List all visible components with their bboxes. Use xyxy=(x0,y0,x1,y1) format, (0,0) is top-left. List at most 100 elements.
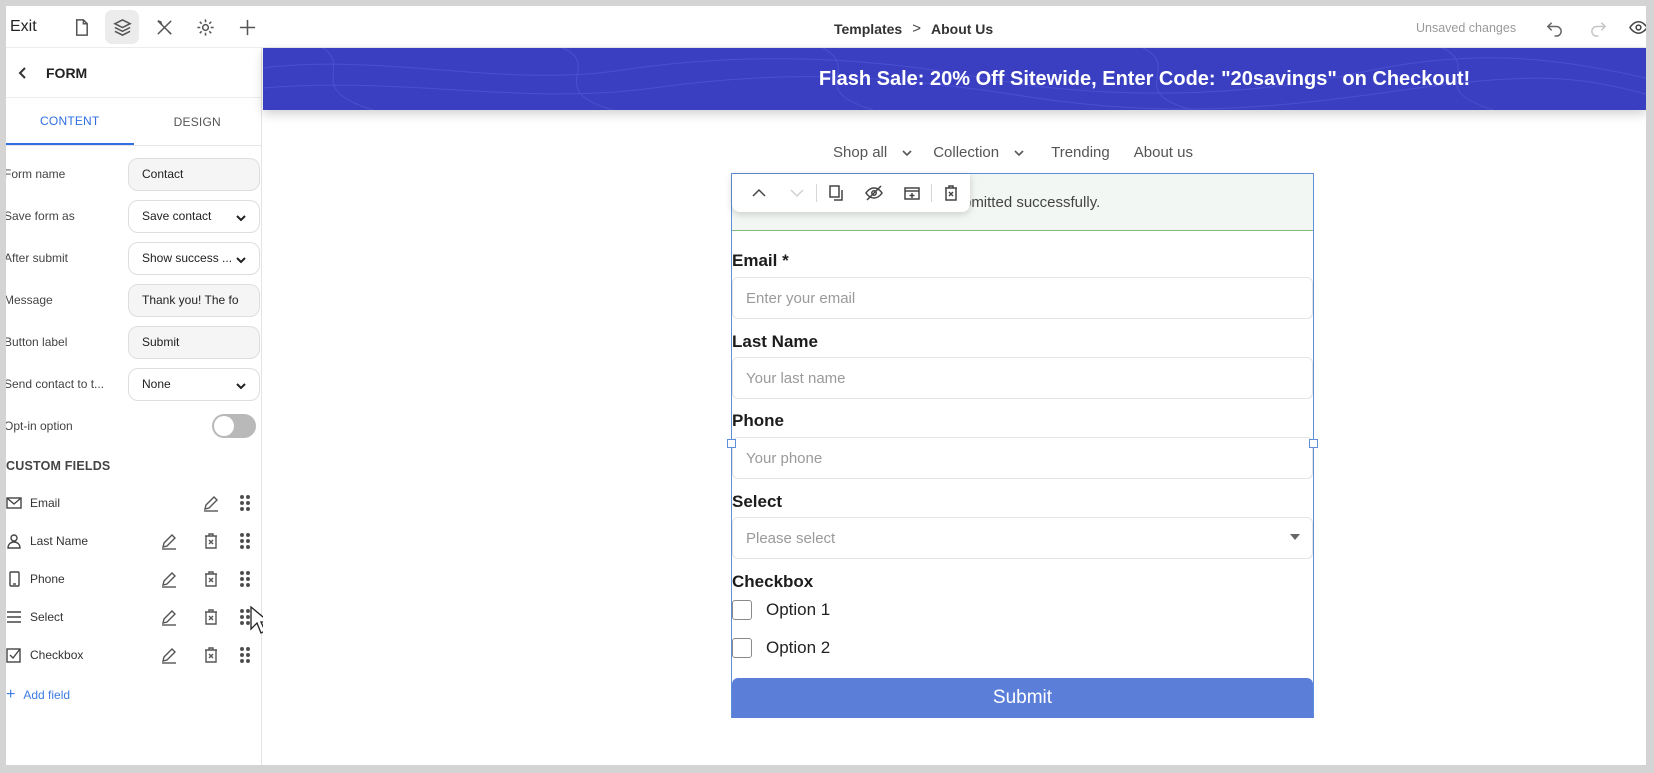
send-contact-label: Send contact to t... xyxy=(6,377,105,391)
button-label-row: Button label Submit xyxy=(6,320,262,364)
person-icon xyxy=(6,533,22,549)
page-canvas: Flash Sale: 20% Off Sitewide, Enter Code… xyxy=(263,48,1646,765)
checkbox-group-label: Checkbox xyxy=(732,572,814,591)
edit-pencil-icon[interactable] xyxy=(202,494,220,512)
custom-field-label: Email xyxy=(30,496,61,510)
after-submit-value: Show success ... xyxy=(142,251,233,265)
checkbox-option-2[interactable]: Option 2 xyxy=(732,638,830,658)
button-label-input[interactable]: Submit xyxy=(128,325,260,359)
mail-icon xyxy=(6,495,22,511)
last-name-field[interactable]: Your last name xyxy=(732,357,1313,399)
delete-field-icon[interactable] xyxy=(202,570,220,588)
optin-label: Opt-in option xyxy=(6,419,73,433)
tools-icon[interactable] xyxy=(147,10,181,44)
form-name-row: Form name Contact xyxy=(6,152,262,196)
checkbox-icon xyxy=(6,647,22,663)
sidebar-header: FORM xyxy=(6,48,261,98)
back-chevron-icon[interactable] xyxy=(16,66,30,80)
add-field-button[interactable]: + Add field xyxy=(6,686,71,703)
after-submit-select[interactable]: Show success ... xyxy=(128,241,260,275)
layers-icon[interactable] xyxy=(105,10,139,44)
checkbox-option-1[interactable]: Option 1 xyxy=(732,600,830,620)
edit-pencil-icon[interactable] xyxy=(160,608,178,626)
drag-handle-icon[interactable] xyxy=(236,494,254,512)
sidebar-tabs: CONTENT DESIGN xyxy=(6,98,261,146)
phone-field[interactable]: Your phone xyxy=(732,437,1313,479)
nav-about-us[interactable]: About us xyxy=(1134,144,1193,161)
delete-field-icon[interactable] xyxy=(202,608,220,626)
preview-eye-icon[interactable] xyxy=(1626,16,1646,38)
plus-icon: + xyxy=(6,686,16,703)
redo-icon[interactable] xyxy=(1586,16,1610,38)
nav-collection[interactable]: Collection xyxy=(933,144,1025,161)
save-form-as-value: Save contact xyxy=(142,209,212,223)
delete-field-icon[interactable] xyxy=(202,532,220,550)
edit-pencil-icon[interactable] xyxy=(160,532,178,550)
tab-design[interactable]: DESIGN xyxy=(134,98,262,145)
save-form-as-label: Save form as xyxy=(6,209,75,223)
chevron-down-icon xyxy=(235,212,247,224)
delete-icon[interactable] xyxy=(932,178,970,208)
edit-pencil-icon[interactable] xyxy=(160,646,178,664)
undo-icon[interactable] xyxy=(1542,16,1566,38)
contact-form[interactable]: Thank you! The form was submitted succes… xyxy=(727,173,1318,718)
checkbox-option-label: Option 2 xyxy=(766,638,831,657)
exit-button[interactable]: Exit xyxy=(10,18,37,36)
toggle-knob xyxy=(214,416,234,436)
caret-down-icon xyxy=(1290,534,1300,540)
breadcrumb-templates[interactable]: Templates xyxy=(834,21,902,37)
custom-field-label: Checkbox xyxy=(30,648,84,662)
submit-button[interactable]: Submit xyxy=(732,678,1313,718)
drag-handle-icon[interactable] xyxy=(236,532,254,550)
edit-pencil-icon[interactable] xyxy=(160,570,178,588)
drag-handle-icon[interactable] xyxy=(236,646,254,664)
tab-content[interactable]: CONTENT xyxy=(6,98,134,145)
after-submit-row: After submit Show success ... xyxy=(6,236,262,280)
custom-field-label: Select xyxy=(30,610,64,624)
after-submit-label: After submit xyxy=(6,251,69,265)
move-down-icon[interactable] xyxy=(778,178,816,208)
settings-icon[interactable] xyxy=(188,10,222,44)
chevron-down-icon xyxy=(1014,149,1024,156)
select-dropdown[interactable]: Please select xyxy=(732,517,1313,559)
chevron-down-icon xyxy=(235,254,247,266)
announcement-banner[interactable]: Flash Sale: 20% Off Sitewide, Enter Code… xyxy=(263,48,1646,110)
save-form-as-select[interactable]: Save contact xyxy=(128,199,260,233)
hide-icon[interactable] xyxy=(855,178,893,208)
message-input[interactable]: Thank you! The fo xyxy=(128,283,260,317)
form-name-label: Form name xyxy=(6,167,66,181)
phone-label: Phone xyxy=(732,411,784,430)
phone-icon xyxy=(6,571,22,587)
settings-sidebar: FORM CONTENT DESIGN Form name Contact Sa… xyxy=(6,48,270,765)
checkbox-option-label: Option 1 xyxy=(766,600,831,619)
delete-field-icon[interactable] xyxy=(202,646,220,664)
email-field[interactable]: Enter your email xyxy=(732,277,1313,319)
page-icon[interactable] xyxy=(64,10,98,44)
add-section-icon[interactable] xyxy=(893,178,931,208)
select-placeholder: Please select xyxy=(746,529,836,547)
nav-shop-all[interactable]: Shop all xyxy=(833,144,913,161)
button-label-label: Button label xyxy=(6,335,68,349)
add-field-label: Add field xyxy=(23,688,71,702)
move-up-icon[interactable] xyxy=(740,178,778,208)
chevron-down-icon xyxy=(235,380,247,392)
optin-toggle[interactable] xyxy=(212,414,256,438)
plus-icon[interactable] xyxy=(230,10,264,44)
nav-trending[interactable]: Trending xyxy=(1051,144,1110,161)
custom-field-last-name: Last Name xyxy=(6,526,262,556)
resize-handle-left[interactable] xyxy=(727,439,736,448)
custom-field-label: Last Name xyxy=(30,534,89,548)
email-label: Email * xyxy=(732,251,789,270)
last-name-label: Last Name xyxy=(732,332,818,351)
checkbox-square[interactable] xyxy=(732,600,752,620)
top-bar: Exit Templates > About Us Unsaved change… xyxy=(6,6,1646,48)
drag-handle-icon[interactable] xyxy=(236,570,254,588)
resize-handle-right[interactable] xyxy=(1309,439,1318,448)
breadcrumb-separator: > xyxy=(912,20,921,37)
send-contact-select[interactable]: None xyxy=(128,367,260,401)
send-contact-row: Send contact to t... None xyxy=(6,362,262,406)
checkbox-square[interactable] xyxy=(732,638,752,658)
form-name-input[interactable]: Contact xyxy=(128,157,260,191)
element-toolbar xyxy=(732,174,970,212)
duplicate-icon[interactable] xyxy=(817,178,855,208)
